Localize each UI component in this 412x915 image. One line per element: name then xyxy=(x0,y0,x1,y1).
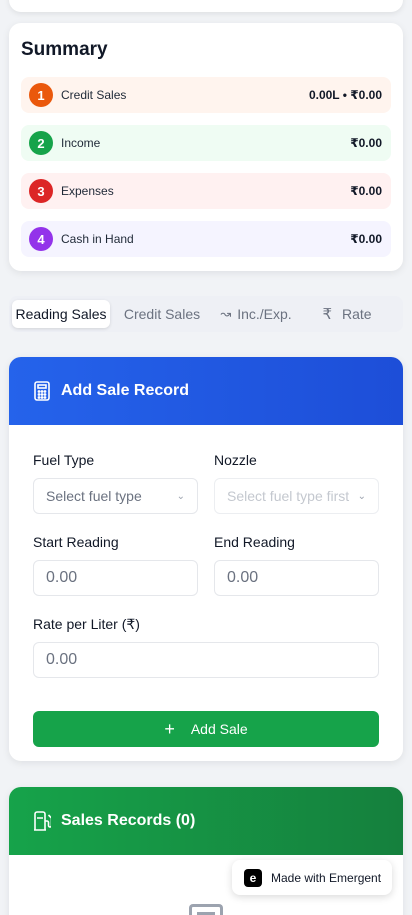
summary-row-label: Income xyxy=(61,136,101,150)
badge-text: Made with Emergent xyxy=(271,870,382,885)
tab-label: Rate xyxy=(341,306,372,322)
plus-icon: + xyxy=(164,719,175,739)
start-reading-input[interactable]: 0.00 xyxy=(33,560,198,596)
add-sale-form: Fuel Type Select fuel type ⌄ Nozzle Sele… xyxy=(9,425,403,747)
summary-row-value: ₹0.00 xyxy=(350,136,382,150)
made-with-emergent-badge[interactable]: e Made with Emergent xyxy=(232,860,392,895)
tab-label: Inc./Exp. xyxy=(237,306,292,322)
nozzle-label: Nozzle xyxy=(214,452,257,468)
start-reading-label: Start Reading xyxy=(33,534,119,550)
sales-records-card: Sales Records (0) xyxy=(9,787,403,915)
nozzle-placeholder: Select fuel type first xyxy=(227,488,350,504)
add-sale-card: Add Sale Record Fuel Type Select fuel ty… xyxy=(9,357,403,761)
add-sale-title: Add Sale Record xyxy=(61,382,190,399)
end-reading-field: End Reading 0.00 xyxy=(214,533,379,596)
tab-label: Credit Sales xyxy=(123,306,201,322)
trending-icon: ↝ xyxy=(220,306,232,321)
tab-credit-sales[interactable]: Credit Sales xyxy=(110,300,214,328)
calculator-icon xyxy=(34,381,50,401)
rate-field: Rate per Liter (₹) 0.00 xyxy=(33,615,379,678)
tab-rate[interactable]: ₹ Rate xyxy=(298,300,396,328)
summary-title: Summary xyxy=(21,39,108,60)
chevron-down-icon: ⌄ xyxy=(357,490,366,502)
number-badge: 1 xyxy=(29,83,53,107)
emergent-logo-icon: e xyxy=(244,868,262,887)
tab-inc-exp[interactable]: ↝ Inc./Exp. xyxy=(214,300,298,328)
tab-bar: Reading Sales Credit Sales ↝ Inc./Exp. ₹ Rate xyxy=(9,296,403,332)
summary-row: 4 Cash in Hand ₹0.00 xyxy=(21,221,391,257)
summary-row: 3 Expenses ₹0.00 xyxy=(21,173,391,209)
number-badge: 2 xyxy=(29,131,53,155)
rate-label: Rate per Liter (₹) xyxy=(33,616,140,632)
empty-state-icon xyxy=(189,904,223,915)
add-sale-button[interactable]: + Add Sale xyxy=(33,711,379,747)
fuel-pump-icon xyxy=(34,811,51,831)
summary-row: 2 Income ₹0.00 xyxy=(21,125,391,161)
sales-records-header: Sales Records (0) xyxy=(9,787,403,855)
summary-card: Summary 1 Credit Sales 0.00L • ₹0.00 2 Incom… xyxy=(9,23,403,271)
tab-reading-sales[interactable]: Reading Sales xyxy=(12,300,110,328)
fuel-type-placeholder: Select fuel type xyxy=(46,488,142,504)
summary-row-value: ₹0.00 xyxy=(350,232,382,246)
summary-row-value: 0.00L • ₹0.00 xyxy=(308,88,382,102)
nozzle-field: Nozzle Select fuel type first ⌄ xyxy=(214,451,379,514)
summary-row-label: Credit Sales xyxy=(61,88,127,102)
summary-row-label: Expenses xyxy=(61,184,114,198)
fuel-type-label: Fuel Type xyxy=(33,452,95,468)
end-reading-label: End Reading xyxy=(214,534,295,550)
fuel-type-field: Fuel Type Select fuel type ⌄ xyxy=(33,451,198,514)
chevron-down-icon: ⌄ xyxy=(176,490,185,502)
number-badge: 4 xyxy=(29,227,53,251)
summary-rows: 1 Credit Sales 0.00L • ₹0.00 2 Income ₹0.00 3 E… xyxy=(21,77,391,257)
nozzle-select[interactable]: Select fuel type first ⌄ xyxy=(214,478,379,514)
number-badge: 3 xyxy=(29,179,53,203)
previous-card-edge xyxy=(9,0,403,12)
end-reading-input[interactable]: 0.00 xyxy=(214,560,379,596)
add-sale-button-label: Add Sale xyxy=(190,721,248,737)
start-reading-field: Start Reading 0.00 xyxy=(33,533,198,596)
rupee-icon: ₹ xyxy=(322,306,332,323)
summary-row: 1 Credit Sales 0.00L • ₹0.00 xyxy=(21,77,391,113)
summary-row-value: ₹0.00 xyxy=(350,184,382,198)
sales-records-title: Sales Records (0) xyxy=(61,812,196,829)
add-sale-header: Add Sale Record xyxy=(9,357,403,425)
rate-input[interactable]: 0.00 xyxy=(33,642,379,678)
tab-label: Reading Sales xyxy=(15,306,107,322)
summary-row-label: Cash in Hand xyxy=(61,232,134,246)
fuel-type-select[interactable]: Select fuel type ⌄ xyxy=(33,478,198,514)
